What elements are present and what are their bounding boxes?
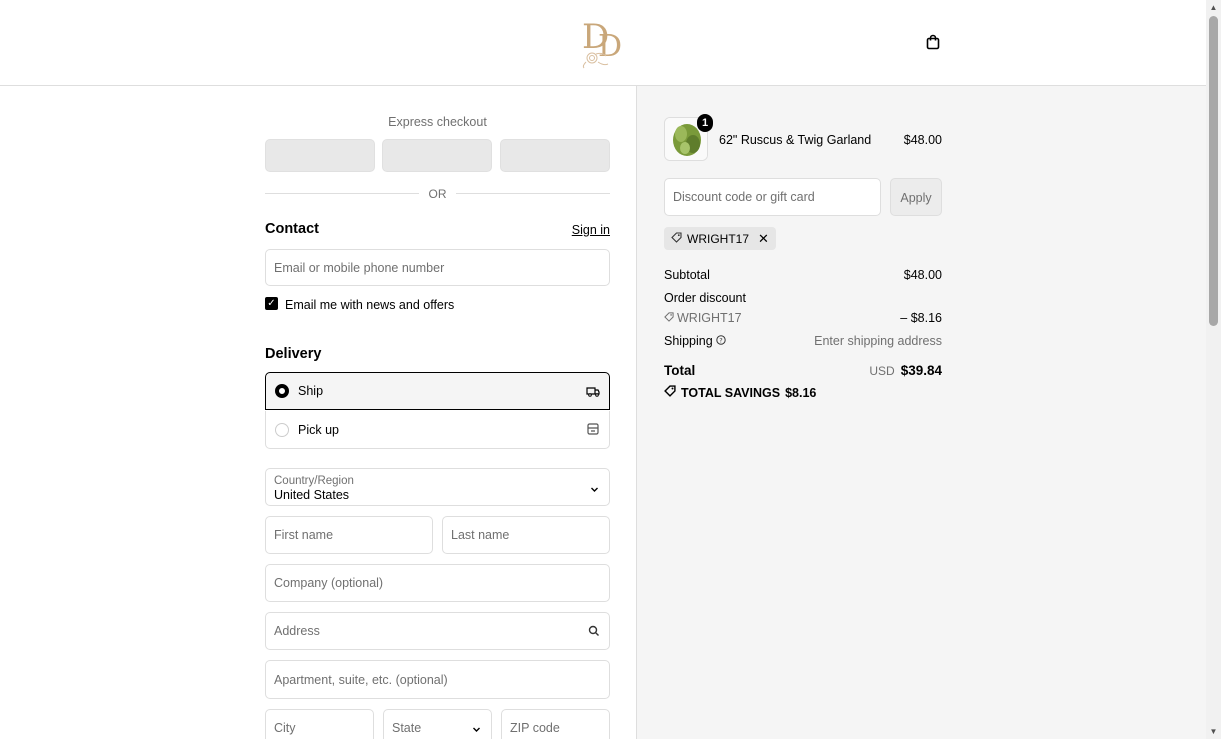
- help-icon[interactable]: ?: [715, 334, 726, 348]
- total-label: Total: [664, 363, 696, 378]
- delivery-option-pickup[interactable]: Pick up: [265, 411, 610, 449]
- shopping-bag-icon[interactable]: [924, 33, 942, 51]
- shipping-value: Enter shipping address: [814, 334, 942, 348]
- email-field[interactable]: Email or mobile phone number: [265, 249, 610, 286]
- shipping-row: Shipping ?: [664, 334, 726, 348]
- sign-in-link[interactable]: Sign in: [572, 223, 610, 237]
- tag-icon: [671, 231, 682, 246]
- divider-right: [456, 193, 610, 194]
- last-name-field[interactable]: Last name: [442, 516, 610, 554]
- scroll-up-arrow-icon[interactable]: ▲: [1209, 3, 1218, 12]
- address-field[interactable]: Address: [265, 612, 610, 650]
- store-icon: [586, 422, 600, 436]
- scroll-down-arrow-icon[interactable]: ▼: [1209, 727, 1218, 736]
- express-checkout-label: Express checkout: [388, 115, 487, 129]
- state-select[interactable]: State: [383, 709, 492, 739]
- delivery-option-ship[interactable]: Ship: [265, 372, 610, 410]
- shipping-label: Shipping: [664, 334, 713, 348]
- chevron-down-icon: [590, 482, 599, 492]
- search-icon: [588, 625, 600, 640]
- quantity-badge: 1: [697, 114, 713, 132]
- scroll-thumb[interactable]: [1209, 16, 1218, 326]
- discount-value: – $8.16: [900, 311, 942, 325]
- product-price: $48.00: [903, 133, 942, 147]
- total-row: USD $39.84: [869, 363, 942, 378]
- country-label: Country/Region: [274, 475, 354, 487]
- pickup-radio[interactable]: [275, 422, 289, 437]
- express-pay-button-2[interactable]: [382, 139, 492, 172]
- address-placeholder: Address: [274, 624, 320, 638]
- tag-icon: [664, 311, 674, 325]
- delivery-title: Delivery: [265, 346, 322, 362]
- pickup-label: Pick up: [298, 422, 339, 437]
- discount-code-row: WRIGHT17: [664, 311, 742, 325]
- apartment-field[interactable]: Apartment, suite, etc. (optional): [265, 660, 610, 699]
- ship-radio[interactable]: [275, 384, 289, 398]
- divider-left: [265, 193, 419, 194]
- applied-code: WRIGHT17: [687, 231, 750, 246]
- discount-code-text: WRIGHT17: [677, 311, 742, 325]
- currency-code: USD: [869, 364, 895, 378]
- newsletter-label: Email me with news and offers: [285, 298, 455, 312]
- newsletter-checkbox[interactable]: ✓: [265, 297, 278, 310]
- subtotal-value: $48.00: [903, 268, 942, 282]
- order-discount-label: Order discount: [664, 291, 746, 305]
- express-pay-button-3[interactable]: [500, 139, 610, 172]
- brand-logo[interactable]: D D: [578, 12, 630, 70]
- site-header: D D: [0, 0, 1206, 86]
- country-select[interactable]: Country/Region United States: [265, 468, 610, 506]
- apply-discount-button[interactable]: Apply: [890, 178, 942, 216]
- zip-field[interactable]: ZIP code: [501, 709, 610, 739]
- truck-icon: [586, 384, 600, 398]
- first-name-field[interactable]: First name: [265, 516, 433, 554]
- tag-icon: [664, 385, 676, 400]
- savings-value: $8.16: [785, 385, 817, 400]
- applied-discount-tag: WRIGHT17 ✕: [664, 227, 776, 250]
- remove-discount-icon[interactable]: ✕: [758, 231, 769, 247]
- page-scrollbar[interactable]: ▲ ▼: [1206, 0, 1221, 739]
- state-placeholder: State: [392, 721, 422, 735]
- total-value: $39.84: [900, 363, 942, 378]
- subtotal-label: Subtotal: [664, 268, 710, 282]
- svg-text:?: ?: [719, 337, 722, 345]
- city-field[interactable]: City: [265, 709, 374, 739]
- ship-label: Ship: [298, 384, 324, 398]
- product-name: 62" Ruscus & Twig Garland: [719, 133, 872, 147]
- svg-text:D: D: [598, 29, 622, 64]
- total-savings-row: TOTAL SAVINGS $8.16: [664, 385, 816, 400]
- country-value: United States: [274, 488, 350, 502]
- discount-code-field[interactable]: Discount code or gift card: [664, 178, 881, 216]
- express-pay-button-1[interactable]: [265, 139, 375, 172]
- chevron-down-icon: [472, 723, 481, 737]
- or-divider-text: OR: [428, 187, 447, 201]
- contact-title: Contact: [265, 221, 319, 237]
- company-field[interactable]: Company (optional): [265, 564, 610, 602]
- savings-label: TOTAL SAVINGS: [681, 385, 781, 400]
